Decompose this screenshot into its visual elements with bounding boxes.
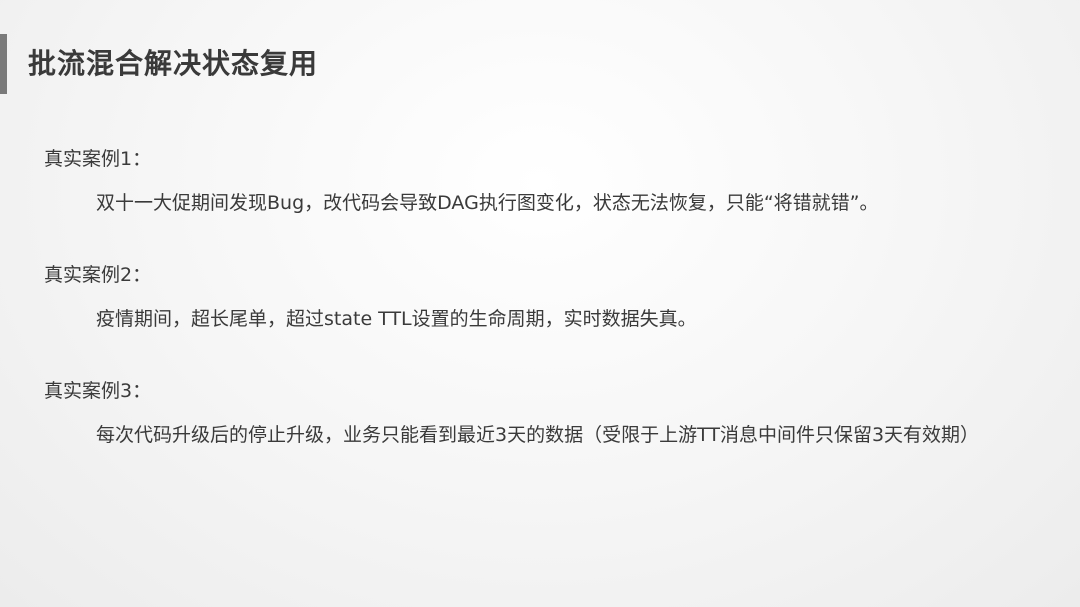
case-heading: 真实案例2： (44, 264, 152, 286)
case-heading: 真实案例1： (44, 148, 152, 170)
case-2: 真实案例2： 疫情期间，超长尾单，超过state TTL设置的生命周期，实时数据… (44, 260, 1044, 338)
case-body: 每次代码升级后的停止升级，业务只能看到最近3天的数据（受限于上游TT消息中间件只… (96, 424, 980, 446)
case-1: 真实案例1： 双十一大促期间发现Bug，改代码会导致DAG执行图变化，状态无法恢… (44, 144, 1044, 222)
case-body: 双十一大促期间发现Bug，改代码会导致DAG执行图变化，状态无法恢复，只能“将错… (96, 192, 879, 214)
case-heading: 真实案例3： (44, 380, 152, 402)
case-body: 疫情期间，超长尾单，超过state TTL设置的生命周期，实时数据失真。 (96, 308, 697, 330)
slide-content: 真实案例1： 双十一大促期间发现Bug，改代码会导致DAG执行图变化，状态无法恢… (44, 144, 1044, 492)
slide-title: 批流混合解决状态复用 (28, 47, 319, 80)
title-accent-bar (0, 34, 7, 94)
slide: 批流混合解决状态复用 真实案例1： 双十一大促期间发现Bug，改代码会导致DAG… (0, 0, 1080, 607)
case-3: 真实案例3： 每次代码升级后的停止升级，业务只能看到最近3天的数据（受限于上游T… (44, 376, 1044, 454)
